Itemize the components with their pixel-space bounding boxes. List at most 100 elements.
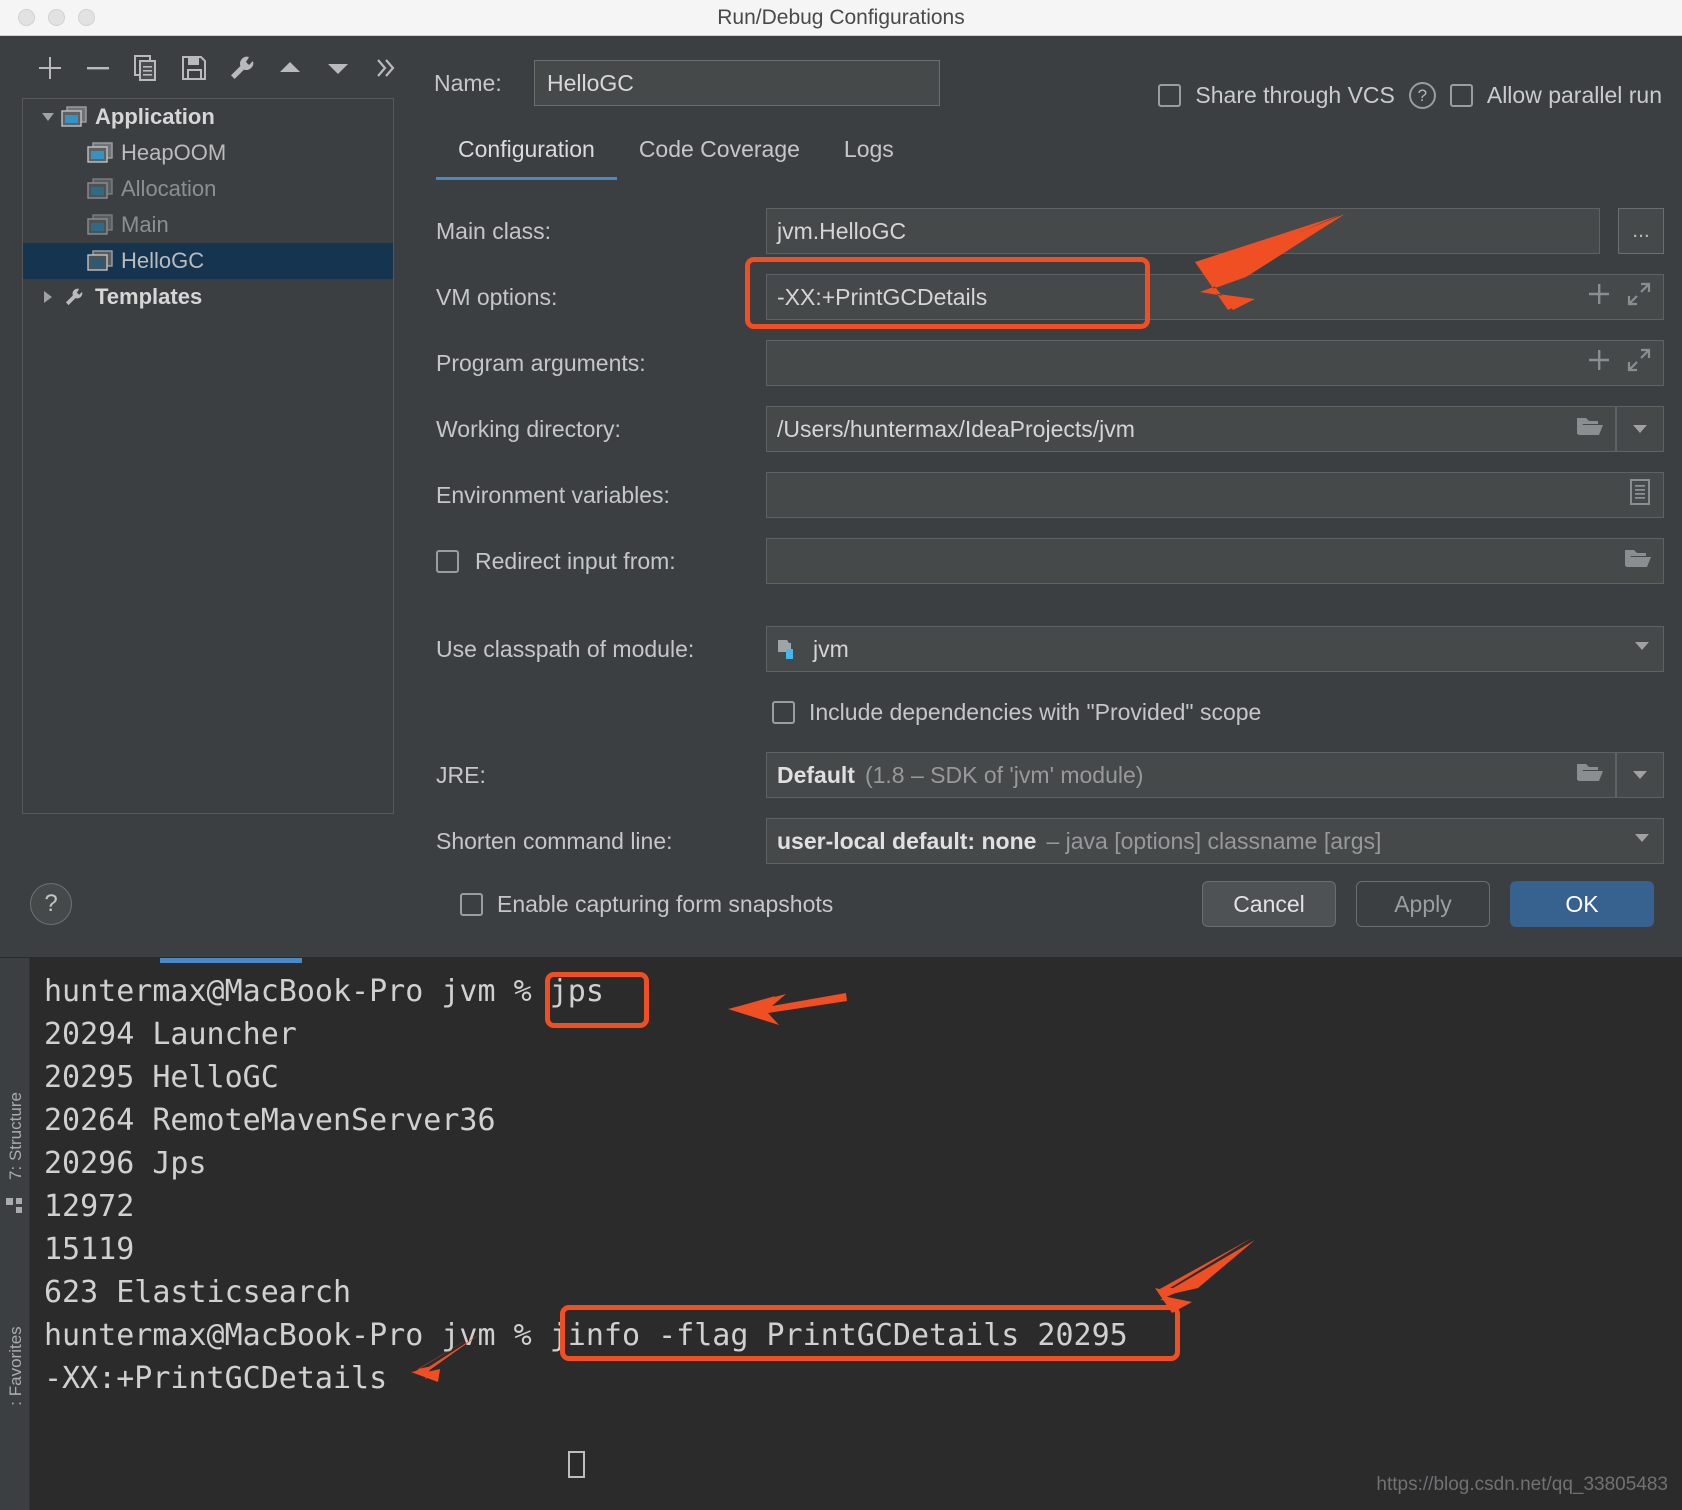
configurations-toolbar[interactable]	[0, 36, 412, 98]
tab-logs[interactable]: Logs	[822, 126, 916, 180]
terminal-line: 20294 Launcher	[44, 1017, 297, 1052]
tree-item-label: Allocation	[121, 176, 217, 201]
apply-button[interactable]: Apply	[1356, 881, 1490, 927]
terminal-line: 15119	[44, 1232, 135, 1267]
program-arguments-input[interactable]	[766, 340, 1664, 386]
vm-options-row: VM options: -XX:+PrintGCDetails	[436, 264, 1682, 330]
terminal-line: huntermax@MacBook-Pro jvm % jps	[44, 974, 604, 1009]
configuration-form: Main class: jvm.HelloGC ... VM options: …	[412, 198, 1682, 934]
ok-button[interactable]: OK	[1510, 881, 1654, 927]
classpath-module-value: jvm	[813, 635, 849, 662]
redirect-input-row: Redirect input from:	[436, 528, 1682, 594]
terminal-tabbar	[30, 958, 1682, 964]
tree-item-label: HelloGC	[121, 248, 205, 273]
remove-configuration-button[interactable]	[74, 48, 122, 88]
expand-editor-icon[interactable]	[1625, 280, 1653, 314]
help-button[interactable]: ?	[30, 883, 72, 925]
redirect-input-checkbox[interactable]	[436, 549, 459, 573]
help-circle-icon[interactable]: ?	[1408, 82, 1436, 109]
cancel-button[interactable]: Cancel	[1202, 881, 1336, 927]
working-directory-value: /Users/huntermax/IdeaProjects/jvm	[777, 415, 1135, 442]
more-options-button[interactable]	[362, 48, 410, 88]
allow-parallel-run-checkbox[interactable]	[1449, 84, 1473, 107]
chevron-down-icon[interactable]	[1631, 635, 1653, 663]
tree-item-templates[interactable]: Templates	[23, 279, 393, 315]
window-titlebar: Run/Debug Configurations	[0, 0, 1682, 36]
configuration-right-pane: Name: HelloGC Share through VCS ? Allow …	[412, 36, 1682, 917]
add-macro-icon[interactable]	[1585, 280, 1613, 314]
wrench-icon	[61, 286, 93, 308]
include-provided-row: Include dependencies with "Provided" sco…	[436, 682, 1682, 742]
chevron-down-icon	[1633, 425, 1647, 433]
folder-icon[interactable]	[1575, 414, 1605, 444]
tree-item-main[interactable]: Main	[23, 207, 393, 243]
program-arguments-actions	[1585, 341, 1653, 385]
include-provided-checkbox[interactable]	[772, 700, 795, 724]
jre-value-suffix: (1.8 – SDK of 'jvm' module)	[864, 761, 1144, 788]
copy-configuration-button[interactable]	[122, 48, 170, 88]
working-directory-input[interactable]: /Users/huntermax/IdeaProjects/jvm	[766, 406, 1616, 452]
save-configuration-button[interactable]	[170, 48, 218, 88]
name-label: Name:	[434, 69, 502, 96]
tree-item-heapoom[interactable]: HeapOOM	[23, 135, 393, 171]
jre-combo[interactable]: Default (1.8 – SDK of 'jvm' module)	[766, 752, 1616, 798]
edit-list-icon[interactable]	[1627, 477, 1653, 513]
redirect-input-field[interactable]	[766, 538, 1664, 584]
tab-configuration[interactable]: Configuration	[436, 126, 617, 180]
main-class-browse-button[interactable]: ...	[1618, 208, 1664, 254]
terminal-output[interactable]: huntermax@MacBook-Pro jvm % jps 20294 La…	[30, 970, 1682, 1510]
twisty-right-icon[interactable]	[35, 288, 61, 306]
terminal-line: huntermax@MacBook-Pro jvm % jinfo -flag …	[44, 1318, 1128, 1353]
classpath-module-combo[interactable]: jvm	[766, 626, 1664, 672]
shorten-command-line-combo[interactable]: user-local default: none – java [options…	[766, 818, 1664, 864]
folder-icon[interactable]	[1623, 546, 1653, 576]
terminal-panel: 7: Structure : Favorites huntermax@MacBo…	[0, 958, 1682, 1510]
add-macro-icon[interactable]	[1585, 346, 1613, 380]
working-directory-dropdown-button[interactable]	[1616, 406, 1664, 452]
tree-item-allocation[interactable]: Allocation	[23, 171, 393, 207]
tree-item-label: Application	[95, 104, 215, 129]
chevron-down-icon[interactable]	[1631, 827, 1653, 855]
working-directory-actions	[1575, 407, 1605, 451]
shorten-command-line-row: Shorten command line: user-local default…	[436, 808, 1682, 874]
sidebar-item-structure[interactable]: 7: Structure	[6, 1086, 26, 1186]
twisty-down-icon[interactable]	[35, 108, 61, 126]
move-up-button[interactable]	[266, 48, 314, 88]
top-checkboxes: Share through VCS ? Allow parallel run	[1158, 82, 1662, 109]
classpath-module-actions	[1631, 627, 1653, 671]
allow-parallel-run-label: Allow parallel run	[1486, 82, 1662, 108]
include-provided-label: Include dependencies with "Provided" sco…	[809, 698, 1262, 725]
jre-dropdown-button[interactable]	[1616, 752, 1664, 798]
sidebar-item-favorites[interactable]: : Favorites	[6, 1316, 26, 1416]
run-config-icon	[87, 178, 119, 200]
program-arguments-row: Program arguments:	[436, 330, 1682, 396]
redirect-input-actions	[1623, 539, 1653, 583]
name-input[interactable]: HelloGC	[534, 60, 940, 106]
environment-variables-input[interactable]	[766, 472, 1664, 518]
tree-item-application[interactable]: Application	[23, 99, 393, 135]
run-config-icon	[87, 214, 119, 236]
tab-code-coverage[interactable]: Code Coverage	[617, 126, 822, 180]
vm-options-label: VM options:	[436, 283, 558, 310]
expand-editor-icon[interactable]	[1625, 346, 1653, 380]
working-directory-row: Working directory: /Users/huntermax/Idea…	[436, 396, 1682, 462]
terminal-line: 623 Elasticsearch	[44, 1275, 352, 1310]
folder-icon[interactable]	[1575, 760, 1605, 790]
jre-row: JRE: Default (1.8 – SDK of 'jvm' module)	[436, 742, 1682, 808]
add-configuration-button[interactable]	[26, 48, 74, 88]
configurations-tree[interactable]: Application HeapOOM Allocation Main Hell…	[22, 98, 394, 814]
vm-options-input[interactable]: -XX:+PrintGCDetails	[766, 274, 1664, 320]
main-class-input[interactable]: jvm.HelloGC	[766, 208, 1600, 254]
redirect-input-label-group: Redirect input from:	[436, 548, 766, 575]
tree-item-label: Main	[121, 212, 169, 237]
terminal-line: 20264 RemoteMavenServer36	[44, 1103, 496, 1138]
tree-item-label: HeapOOM	[121, 140, 227, 165]
tool-window-sidebar: 7: Structure : Favorites	[0, 958, 30, 1510]
share-through-vcs-checkbox[interactable]	[1158, 84, 1182, 107]
tree-item-hellogc[interactable]: HelloGC	[23, 243, 393, 279]
move-down-button[interactable]	[314, 48, 362, 88]
jre-label: JRE:	[436, 761, 486, 788]
shorten-command-line-value: user-local default: none	[777, 827, 1037, 854]
terminal-line: 20296 Jps	[44, 1146, 207, 1181]
edit-templates-button[interactable]	[218, 48, 266, 88]
